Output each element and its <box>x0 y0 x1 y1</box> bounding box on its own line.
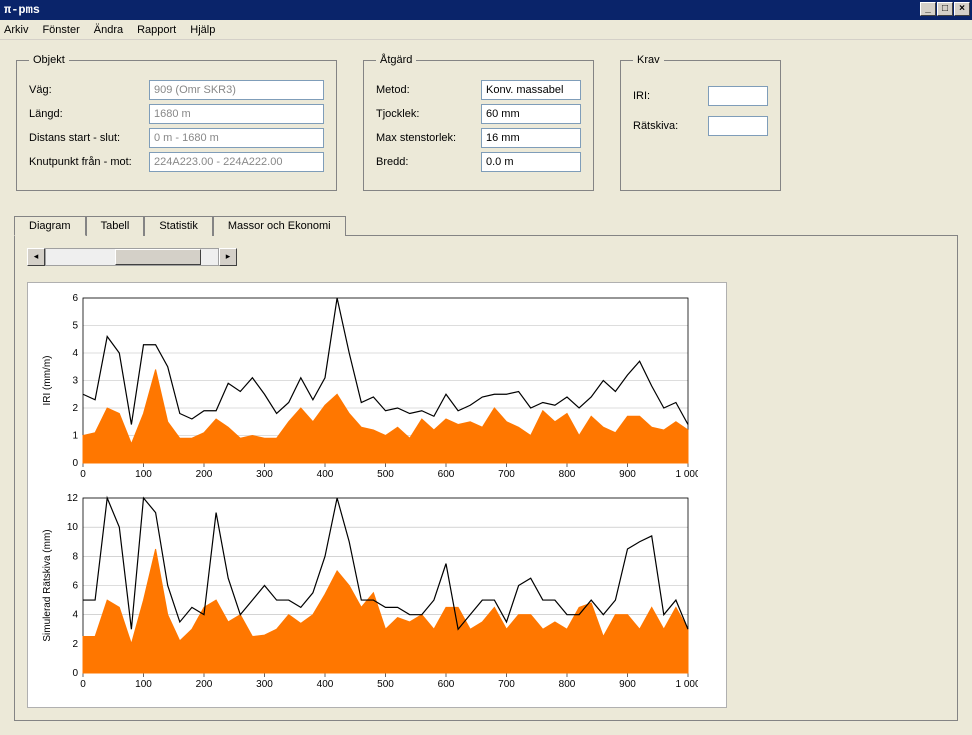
svg-text:200: 200 <box>196 679 213 690</box>
legend-objekt: Objekt <box>29 54 69 66</box>
scroll-left-button[interactable]: ◂ <box>27 248 45 266</box>
svg-text:12: 12 <box>67 493 79 504</box>
label-dist: Distans start - slut: <box>29 132 149 144</box>
svg-text:6: 6 <box>72 581 78 592</box>
value-dist[interactable]: 0 m - 1680 m <box>149 128 324 148</box>
value-vag[interactable]: 909 (Omr SKR3) <box>149 80 324 100</box>
chart-area: 012345601002003004005006007008009001 000… <box>27 282 727 708</box>
title-bar: π-pms _ □ × <box>0 0 972 20</box>
menu-bar: Arkiv Fönster Ändra Rapport Hjälp <box>0 20 972 40</box>
svg-text:900: 900 <box>619 469 636 480</box>
label-rat: Rätskiva: <box>633 120 708 132</box>
svg-text:800: 800 <box>559 679 576 690</box>
tab-statistik[interactable]: Statistik <box>144 216 213 236</box>
chart-iri: 0 1 2 3 4 5 6 0 100 200 300 400 500 600 700 800 900 1 000… <box>38 293 706 483</box>
svg-text:700: 700 <box>498 679 515 690</box>
tab-diagram[interactable]: Diagram <box>14 216 86 236</box>
value-knut[interactable]: 224A223.00 - 224A222.00 <box>149 152 324 172</box>
chart-ratskiva: 0 2 4 6 8 10 12 0 100 200 300 400 500 600 700 800 900 1 0… <box>38 493 706 693</box>
svg-text:400: 400 <box>317 679 334 690</box>
svg-text:100: 100 <box>135 469 152 480</box>
svg-text:900: 900 <box>619 679 636 690</box>
tab-tabell[interactable]: Tabell <box>86 216 145 236</box>
menu-arkiv[interactable]: Arkiv <box>4 24 28 36</box>
svg-text:2: 2 <box>72 639 78 650</box>
svg-text:2: 2 <box>72 403 78 414</box>
value-metod[interactable]: Konv. massabel <box>481 80 581 100</box>
group-objekt: Objekt Väg: 909 (Omr SKR3) Längd: 1680 m… <box>16 54 337 191</box>
svg-text:6: 6 <box>72 293 78 304</box>
tab-massor[interactable]: Massor och Ekonomi <box>213 216 346 236</box>
value-langd[interactable]: 1680 m <box>149 104 324 124</box>
legend-krav: Krav <box>633 54 664 66</box>
maximize-button[interactable]: □ <box>937 2 953 16</box>
menu-andra[interactable]: Ändra <box>94 24 123 36</box>
svg-text:Simulerad Rätskiva (mm): Simulerad Rätskiva (mm) <box>42 529 53 641</box>
svg-text:10: 10 <box>67 522 79 533</box>
group-atgard: Åtgärd Metod: Konv. massabel Tjocklek: 6… <box>363 54 594 191</box>
label-metod: Metod: <box>376 84 481 96</box>
scroll-thumb[interactable] <box>115 249 201 265</box>
svg-text:400: 400 <box>317 469 334 480</box>
svg-text:4: 4 <box>72 348 78 359</box>
svg-text:500: 500 <box>377 469 394 480</box>
label-maxsten: Max stenstorlek: <box>376 132 481 144</box>
value-tjocklek[interactable]: 60 mm <box>481 104 581 124</box>
tabs: Diagram Tabell Statistik Massor och Ekon… <box>14 215 958 236</box>
svg-text:800: 800 <box>559 469 576 480</box>
scroll-right-button[interactable]: ▸ <box>219 248 237 266</box>
svg-text:0: 0 <box>80 469 86 480</box>
value-bredd[interactable]: 0.0 m <box>481 152 581 172</box>
svg-text:0: 0 <box>72 668 78 679</box>
legend-atgard: Åtgärd <box>376 54 416 66</box>
label-knut: Knutpunkt från - mot: <box>29 156 149 168</box>
label-vag: Väg: <box>29 84 149 96</box>
window-title: π-pms <box>4 3 40 17</box>
svg-text:200: 200 <box>196 469 213 480</box>
svg-text:8: 8 <box>72 551 78 562</box>
svg-text:IRI (mm/m): IRI (mm/m) <box>42 356 53 406</box>
menu-fonster[interactable]: Fönster <box>42 24 79 36</box>
svg-text:1 000: 1 000 <box>675 679 698 690</box>
minimize-button[interactable]: _ <box>920 2 936 16</box>
svg-text:5: 5 <box>72 321 78 332</box>
svg-text:4: 4 <box>72 610 78 621</box>
svg-text:0: 0 <box>80 679 86 690</box>
svg-text:3: 3 <box>72 376 78 387</box>
tab-pane: ◂ ▸ 012345601002003004005006007008009001… <box>14 236 958 721</box>
svg-text:0: 0 <box>72 458 78 469</box>
svg-text:600: 600 <box>438 679 455 690</box>
menu-rapport[interactable]: Rapport <box>137 24 176 36</box>
label-bredd: Bredd: <box>376 156 481 168</box>
group-krav: Krav IRI: Rätskiva: <box>620 54 781 191</box>
label-tjocklek: Tjocklek: <box>376 108 481 120</box>
value-maxsten[interactable]: 16 mm <box>481 128 581 148</box>
hscrollbar[interactable]: ◂ ▸ <box>27 248 237 266</box>
menu-hjalp[interactable]: Hjälp <box>190 24 215 36</box>
svg-text:600: 600 <box>438 469 455 480</box>
label-langd: Längd: <box>29 108 149 120</box>
value-rat[interactable] <box>708 116 768 136</box>
label-iri: IRI: <box>633 90 708 102</box>
svg-text:1 000: 1 000 <box>675 469 698 480</box>
svg-text:500: 500 <box>377 679 394 690</box>
close-button[interactable]: × <box>954 2 970 16</box>
svg-text:300: 300 <box>256 679 273 690</box>
svg-text:700: 700 <box>498 469 515 480</box>
svg-text:1: 1 <box>72 431 78 442</box>
scroll-track[interactable] <box>45 248 219 266</box>
svg-text:300: 300 <box>256 469 273 480</box>
value-iri[interactable] <box>708 86 768 106</box>
svg-text:100: 100 <box>135 679 152 690</box>
